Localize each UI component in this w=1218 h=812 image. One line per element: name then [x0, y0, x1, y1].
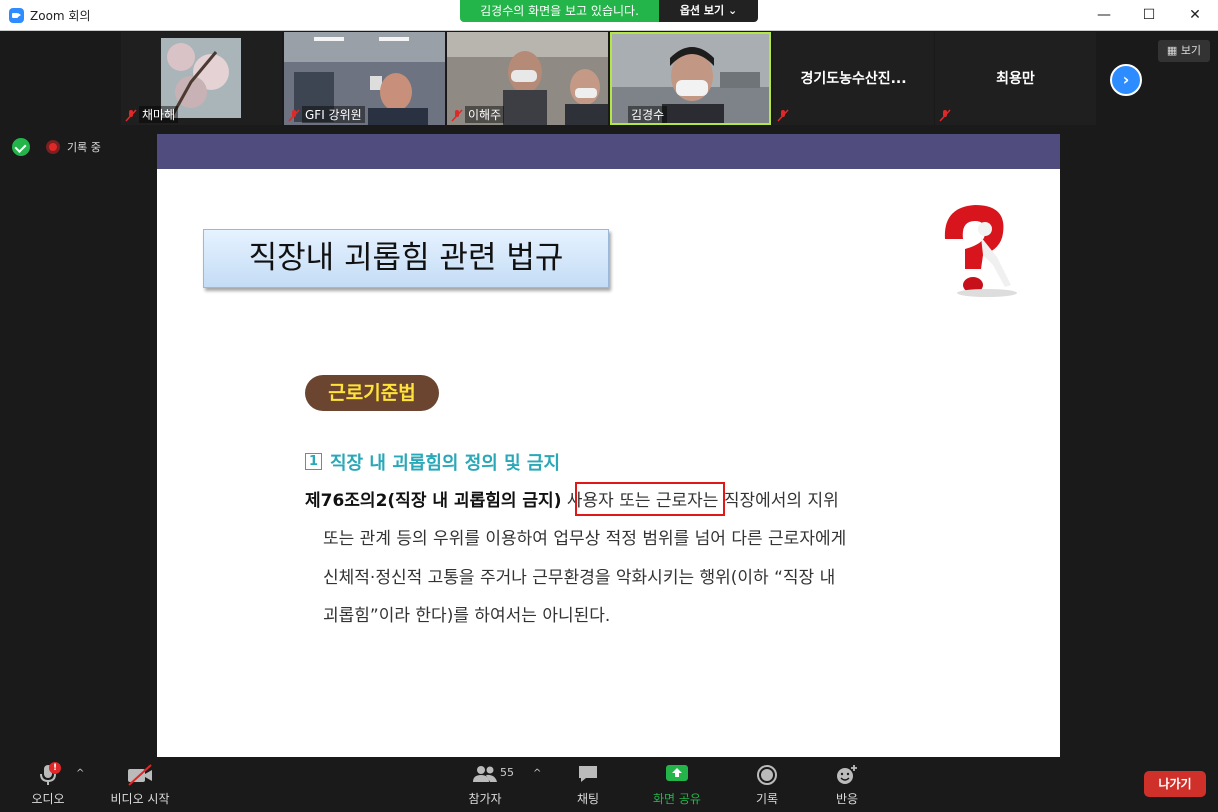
- chat-bubble-icon: [579, 766, 597, 782]
- maximize-button[interactable]: ☐: [1126, 0, 1172, 31]
- chat-button[interactable]: 채팅: [566, 758, 610, 812]
- participant-thumb[interactable]: 최용만: [935, 32, 1096, 125]
- video-off-icon: [128, 764, 152, 786]
- participant-name: 채마해: [139, 106, 179, 123]
- zoom-app-icon: [9, 8, 24, 23]
- participants-options-caret-icon[interactable]: ^: [533, 768, 541, 779]
- audio-label: 오디오: [31, 792, 65, 806]
- recording-icon[interactable]: [46, 140, 60, 154]
- participants-icon: [473, 766, 497, 782]
- start-video-button[interactable]: 비디오 시작: [104, 758, 176, 812]
- highlight-annotation-box: [575, 482, 725, 516]
- participant-thumb[interactable]: 이해주: [447, 32, 608, 125]
- mic-muted-icon: [939, 109, 951, 122]
- section-title: 직장 내 괴롭힘의 정의 및 금지: [330, 453, 561, 474]
- view-button-label: 보기: [1180, 44, 1202, 57]
- question-mark-figure-icon: [944, 205, 1017, 297]
- mic-muted-icon: [451, 109, 463, 122]
- close-button[interactable]: ✕: [1172, 0, 1218, 31]
- meeting-toolbar: ! 오디오 ^ 비디오 시작 참가자 55 ^ 채팅 화면 공유 기록 반응: [0, 758, 1218, 812]
- audio-button[interactable]: ! 오디오: [22, 758, 74, 812]
- share-screen-icon: [666, 765, 688, 781]
- record-button[interactable]: 기록: [746, 758, 788, 812]
- start-video-label: 비디오 시작: [110, 792, 170, 806]
- participant-name-large: 최용만: [996, 71, 1035, 87]
- reactions-button[interactable]: 반응: [826, 758, 868, 812]
- mic-muted-icon: [125, 109, 137, 122]
- participant-name: 이해주: [465, 106, 505, 123]
- record-label: 기록: [755, 792, 779, 806]
- share-screen-label: 화면 공유: [653, 792, 701, 806]
- article-line-4: 괴롭힘”이라 한다)를 하여서는 아니된다.: [323, 606, 611, 626]
- mic-muted-icon: [288, 109, 300, 122]
- shared-screen-slide: 직장내 괴롭힘 관련 법규 근로기준법 1 직장 내 괴롭힘의 정의 및 금지 …: [157, 131, 1060, 757]
- audio-options-caret-icon[interactable]: ^: [76, 768, 84, 779]
- law-badge: 근로기준법: [305, 375, 439, 411]
- reactions-label: 반응: [835, 792, 859, 806]
- participant-name-large: 경기도농수산진...: [800, 71, 907, 87]
- article-heading: 제76조의2(직장 내 괴롭힘의 금지): [305, 491, 562, 511]
- viewing-screen-banner: 김경수의 화면을 보고 있습니다.: [460, 0, 659, 22]
- participant-name: 김경수: [628, 106, 668, 123]
- mic-muted-icon: [777, 109, 789, 122]
- view-options-button[interactable]: 옵션 보기 ⌄: [659, 0, 758, 22]
- slide-header-band: [157, 131, 1060, 169]
- participant-thumb[interactable]: GFI 강위원: [284, 32, 445, 125]
- minimize-button[interactable]: —: [1081, 0, 1127, 31]
- window-titlebar: Zoom 회의 김경수의 화면을 보고 있습니다. 옵션 보기 ⌄ — ☐ ✕: [0, 0, 1218, 31]
- grid-icon: ▦: [1166, 44, 1181, 57]
- participant-thumb-speaking[interactable]: 김경수: [610, 32, 771, 125]
- participants-label: 참가자: [468, 792, 502, 806]
- section-number: 1: [305, 453, 322, 470]
- participants-count: 55: [500, 766, 514, 779]
- share-screen-button[interactable]: 화면 공유: [646, 758, 708, 812]
- record-icon: [757, 765, 777, 785]
- leave-meeting-button[interactable]: 나가기: [1144, 771, 1206, 797]
- article-line-1: 제76조의2(직장 내 괴롭힘의 금지) 사용자 또는 근로자는 직장에서의 지…: [305, 486, 839, 511]
- article-line-2: 또는 관계 등의 우위를 이용하여 업무상 적정 범위를 넘어 다른 근로자에게: [323, 529, 847, 549]
- article-line-3: 신체적·정신적 고통을 주거나 근무환경을 악화시키는 행위(이하 “직장 내: [323, 568, 836, 588]
- audio-warning-badge: !: [49, 762, 61, 774]
- window-title: Zoom 회의: [30, 9, 91, 23]
- chat-label: 채팅: [576, 792, 600, 806]
- participant-name: GFI 강위원: [302, 106, 365, 123]
- encryption-shield-icon[interactable]: [12, 138, 30, 156]
- recording-status: 기록 중: [67, 141, 101, 154]
- next-page-arrow-icon[interactable]: ›: [1110, 64, 1142, 96]
- participant-thumb[interactable]: 채마해: [121, 32, 282, 125]
- participant-thumb[interactable]: 경기도농수산진...: [773, 32, 934, 125]
- view-button[interactable]: ▦ 보기: [1158, 40, 1210, 62]
- slide-title: 직장내 괴롭힘 관련 법규: [203, 229, 609, 288]
- reaction-smiley-icon: [837, 765, 857, 784]
